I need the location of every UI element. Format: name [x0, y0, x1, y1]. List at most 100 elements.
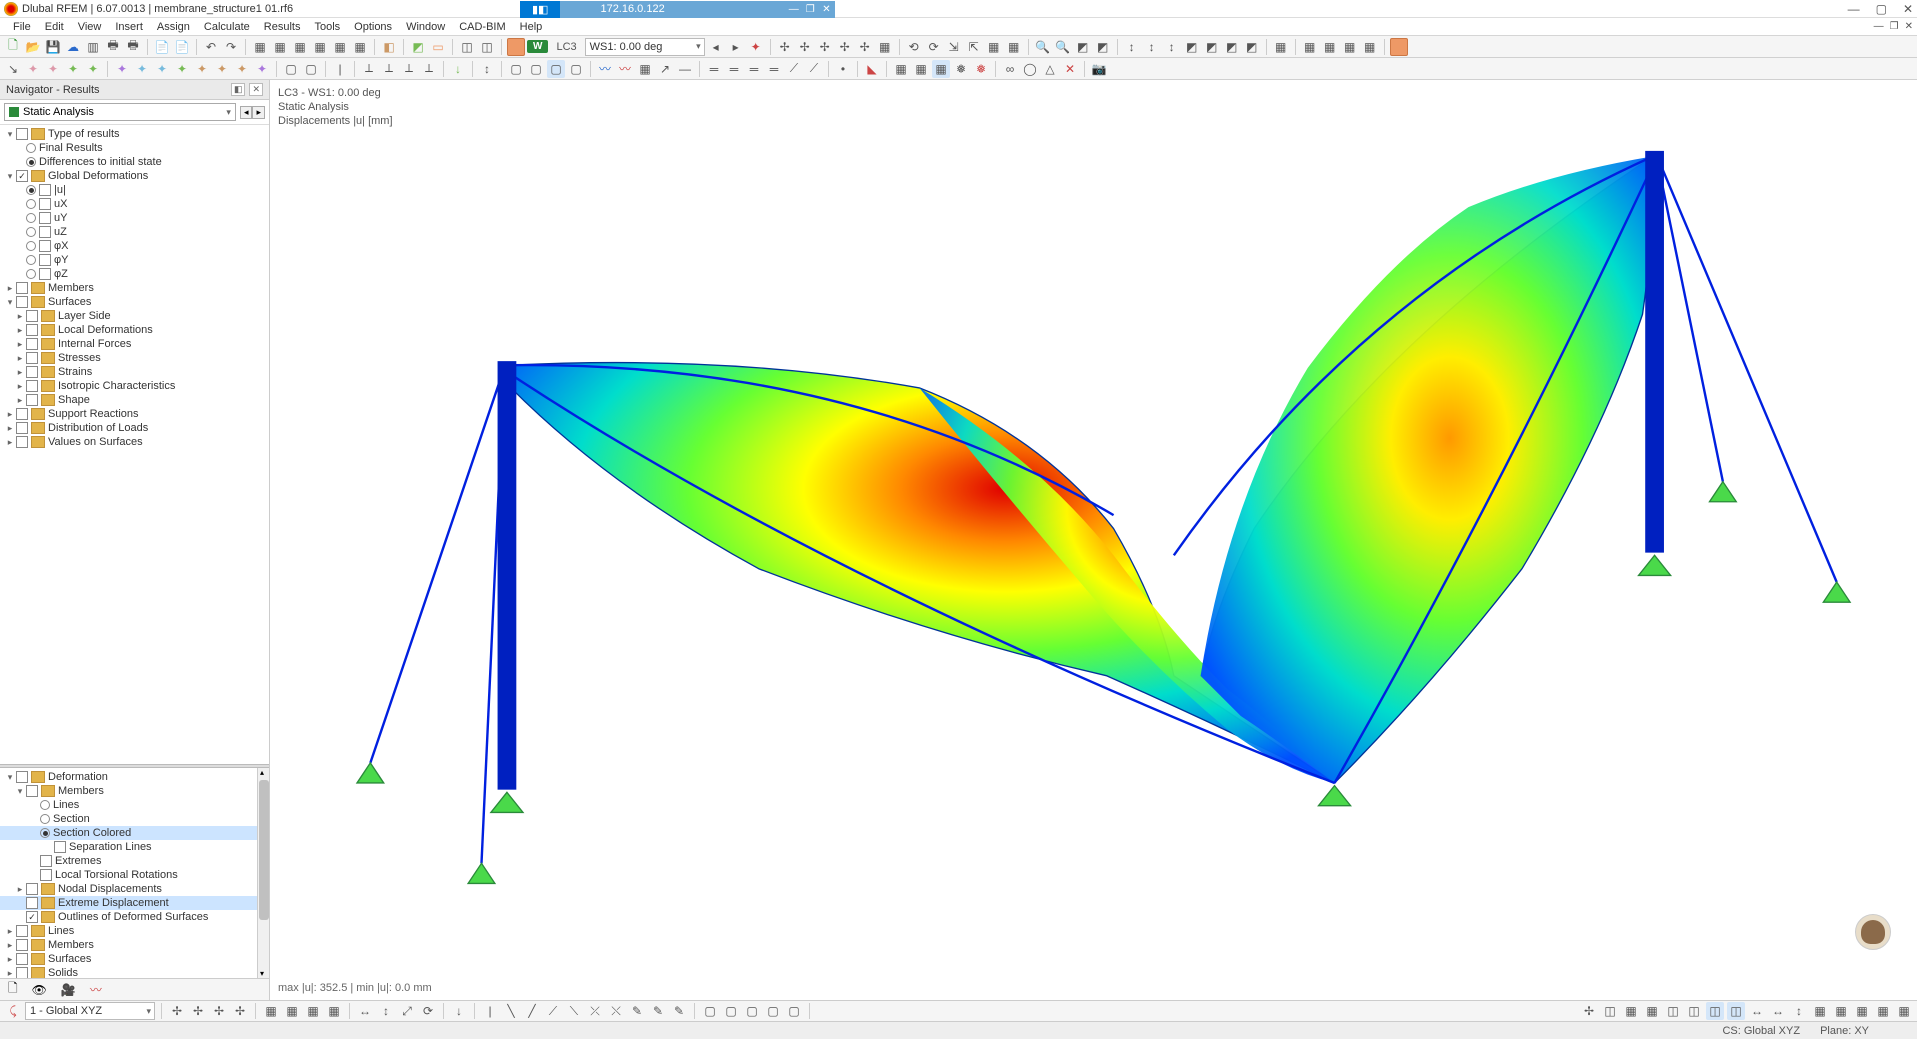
t2-y[interactable]: ▢: [547, 60, 565, 78]
t2-aa[interactable]: 〰: [596, 60, 614, 78]
tree-node[interactable]: ▸Strains: [0, 365, 269, 379]
bt-22[interactable]: ✎: [649, 1002, 667, 1020]
tree-node[interactable]: ▸Surfaces: [0, 952, 257, 966]
iso-view[interactable]: ◩: [1074, 38, 1092, 56]
t2-j[interactable]: ✦: [193, 60, 211, 78]
tool-l[interactable]: ▦: [985, 38, 1003, 56]
bt-r4[interactable]: ▦: [1643, 1002, 1661, 1020]
t2-cam[interactable]: 📷: [1090, 60, 1108, 78]
solid-button[interactable]: ▦: [1321, 38, 1339, 56]
t2-q[interactable]: ⟂: [360, 60, 378, 78]
bt-6[interactable]: ▦: [283, 1002, 301, 1020]
material-button[interactable]: ◧: [380, 38, 398, 56]
t2-w[interactable]: ▢: [507, 60, 525, 78]
tree-node[interactable]: ▸Lines: [0, 924, 257, 938]
tool-g[interactable]: ▦: [876, 38, 894, 56]
menu-assign[interactable]: Assign: [150, 21, 197, 33]
bt-9[interactable]: ↔: [356, 1002, 374, 1020]
menu-view[interactable]: View: [71, 21, 109, 33]
tree-node[interactable]: Separation Lines: [0, 840, 257, 854]
minimize-button[interactable]: —: [1848, 2, 1860, 16]
bt-r1[interactable]: ✢: [1580, 1002, 1598, 1020]
tree-node[interactable]: ▸Distribution of Loads: [0, 421, 269, 435]
t2-v[interactable]: ↕: [478, 60, 496, 78]
block-button[interactable]: ▥: [84, 38, 102, 56]
save-button[interactable]: 💾: [44, 38, 62, 56]
bt-r10[interactable]: ↔: [1769, 1002, 1787, 1020]
tool-i[interactable]: ⟳: [925, 38, 943, 56]
scroll-up-icon[interactable]: ▴: [260, 768, 264, 777]
bt-19[interactable]: ⤫: [586, 1002, 604, 1020]
view-y[interactable]: ↕: [1143, 38, 1161, 56]
wireframe-button[interactable]: ▦: [1301, 38, 1319, 56]
tree-node[interactable]: uX: [0, 197, 269, 211]
view-z[interactable]: ↕: [1163, 38, 1181, 56]
bt-r7[interactable]: ◫: [1706, 1002, 1724, 1020]
grid3-button[interactable]: ▦: [291, 38, 309, 56]
viewport[interactable]: LC3 - WS1: 0.00 deg Static Analysis Disp…: [270, 80, 1917, 1000]
t2-z[interactable]: ▢: [567, 60, 585, 78]
bt-1[interactable]: ✢: [168, 1002, 186, 1020]
menu-help[interactable]: Help: [513, 21, 550, 33]
remote-close-icon[interactable]: ✕: [822, 4, 830, 15]
menu-insert[interactable]: Insert: [108, 21, 150, 33]
tree-node[interactable]: ▸Internal Forces: [0, 337, 269, 351]
tree-node[interactable]: ▸Members: [0, 938, 257, 952]
menu-file[interactable]: File: [6, 21, 38, 33]
redo-button[interactable]: ↷: [222, 38, 240, 56]
report-button[interactable]: 📄: [153, 38, 171, 56]
t2-ar[interactable]: ❅: [972, 60, 990, 78]
report2-button[interactable]: 📄: [173, 38, 191, 56]
t2-aj[interactable]: ⟋: [785, 60, 803, 78]
display-button[interactable]: ▦: [1272, 38, 1290, 56]
tool-d[interactable]: ✢: [816, 38, 834, 56]
display-tree[interactable]: ▾Deformation▾MembersLinesSectionSection …: [0, 768, 269, 978]
t2-f[interactable]: ✦: [113, 60, 131, 78]
remote-tab-icon[interactable]: ▮◧: [520, 1, 560, 18]
tree-node[interactable]: Local Torsional Rotations: [0, 868, 257, 882]
bt-r8[interactable]: ◫: [1727, 1002, 1745, 1020]
grid6-button[interactable]: ▦: [351, 38, 369, 56]
bt-r5[interactable]: ◫: [1664, 1002, 1682, 1020]
undo-button[interactable]: ↶: [202, 38, 220, 56]
t2-u[interactable]: ↓: [449, 60, 467, 78]
remote-ip[interactable]: 172.16.0.122 — ❐ ✕: [560, 1, 834, 18]
print-button[interactable]: 🖶: [104, 38, 122, 56]
t2-g[interactable]: ✦: [133, 60, 151, 78]
open-file-button[interactable]: 📂: [24, 38, 42, 56]
maximize-button[interactable]: ▢: [1876, 2, 1887, 16]
bt-3[interactable]: ✢: [210, 1002, 228, 1020]
bt-14[interactable]: |: [481, 1002, 499, 1020]
tree-node[interactable]: uZ: [0, 225, 269, 239]
t2-c[interactable]: ✦: [44, 60, 62, 78]
tree-node[interactable]: ▸Isotropic Characteristics: [0, 379, 269, 393]
tab-display-icon[interactable]: 👁: [28, 981, 51, 999]
tool-j[interactable]: ⇲: [945, 38, 963, 56]
bt-r11[interactable]: ↕: [1790, 1002, 1808, 1020]
bt-28[interactable]: ▢: [785, 1002, 803, 1020]
bt-26[interactable]: ▢: [743, 1002, 761, 1020]
t2-am[interactable]: ◣: [863, 60, 881, 78]
menu-tools[interactable]: Tools: [307, 21, 347, 33]
remote-min-icon[interactable]: —: [789, 4, 799, 15]
grid4-button[interactable]: ▦: [311, 38, 329, 56]
bt-20[interactable]: ⤬: [607, 1002, 625, 1020]
bt-r12[interactable]: ▦: [1811, 1002, 1829, 1020]
assistant-avatar[interactable]: [1855, 914, 1891, 950]
scroll-thumb[interactable]: [259, 780, 269, 920]
tree-node[interactable]: ▸Layer Side: [0, 309, 269, 323]
tool-e[interactable]: ✢: [836, 38, 854, 56]
tool-a[interactable]: ✦: [747, 38, 765, 56]
tree-node[interactable]: Section Colored: [0, 826, 257, 840]
t2-l[interactable]: ✦: [233, 60, 251, 78]
tool-k[interactable]: ⇱: [965, 38, 983, 56]
t2-ac[interactable]: ▦: [636, 60, 654, 78]
tree-node[interactable]: ▾Deformation: [0, 770, 257, 784]
t2-ae[interactable]: —: [676, 60, 694, 78]
menu-cadbim[interactable]: CAD-BIM: [452, 21, 512, 33]
tree-node[interactable]: Section: [0, 812, 257, 826]
t2-ai[interactable]: ═: [765, 60, 783, 78]
t2-ap[interactable]: ▦: [932, 60, 950, 78]
view-iso[interactable]: ◩: [1243, 38, 1261, 56]
bt-5[interactable]: ▦: [262, 1002, 280, 1020]
